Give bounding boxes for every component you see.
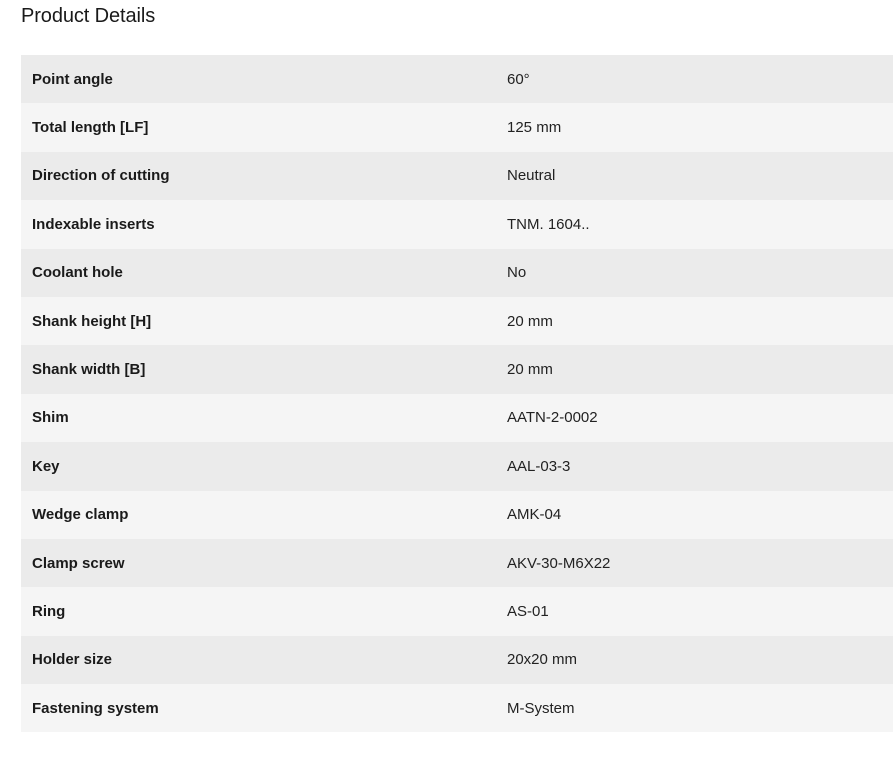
detail-value: TNM. 1604.. (507, 215, 590, 233)
table-row: Coolant hole No (21, 248, 893, 297)
table-row: Total length [LF] 125 mm (21, 103, 893, 152)
detail-label: Shank height [H] (32, 312, 152, 330)
detail-label: Total length [LF] (32, 119, 149, 137)
detail-label: Holder size (32, 651, 113, 669)
detail-label: Wedge clamp (32, 506, 129, 524)
table-row: Shim AATN-2-0002 (21, 393, 893, 443)
table-row: Wedge clamp AMK-04 (21, 490, 893, 539)
detail-value: 20 mm (507, 361, 553, 379)
detail-label: Direction of cutting (32, 167, 170, 185)
page-title: Product Details (21, 5, 156, 27)
table-row: Direction of cutting Neutral (21, 151, 893, 201)
detail-label: Clamp screw (32, 554, 125, 572)
detail-label: Shim (32, 409, 69, 427)
detail-label: Key (32, 457, 60, 475)
table-row: Point angle 60° (21, 55, 893, 104)
detail-label: Shank width [B] (32, 361, 146, 379)
table-row: Key AAL-03-3 (21, 442, 893, 491)
detail-value: 20 mm (507, 312, 553, 330)
table-row: Clamp screw AKV-30-M6X22 (21, 538, 893, 588)
product-details-table: Point angle 60° Total length [LF] 125 mm… (21, 55, 893, 733)
detail-value: M-System (507, 699, 575, 717)
detail-value: AATN-2-0002 (507, 409, 598, 427)
detail-label: Fastening system (32, 699, 159, 717)
detail-value: 20x20 mm (507, 651, 578, 669)
detail-label: Indexable inserts (32, 215, 155, 233)
detail-value: 60° (507, 70, 530, 88)
table-row: Indexable inserts TNM. 1604.. (21, 200, 893, 249)
table-row: Holder size 20x20 mm (21, 635, 893, 685)
detail-value: 125 mm (507, 119, 562, 137)
detail-value: AKV-30-M6X22 (507, 554, 611, 572)
detail-label: Point angle (32, 70, 113, 88)
table-row: Shank width [B] 20 mm (21, 345, 893, 394)
detail-value: AMK-04 (507, 506, 562, 524)
detail-value: Neutral (507, 167, 556, 185)
detail-value: AS-01 (507, 602, 549, 620)
table-row: Fastening system M-System (21, 684, 893, 733)
detail-label: Ring (32, 602, 66, 620)
detail-label: Coolant hole (32, 264, 123, 282)
table-row: Ring AS-01 (21, 587, 893, 636)
detail-value: No (507, 264, 527, 282)
table-row: Shank height [H] 20 mm (21, 296, 893, 346)
detail-value: AAL-03-3 (507, 457, 571, 475)
